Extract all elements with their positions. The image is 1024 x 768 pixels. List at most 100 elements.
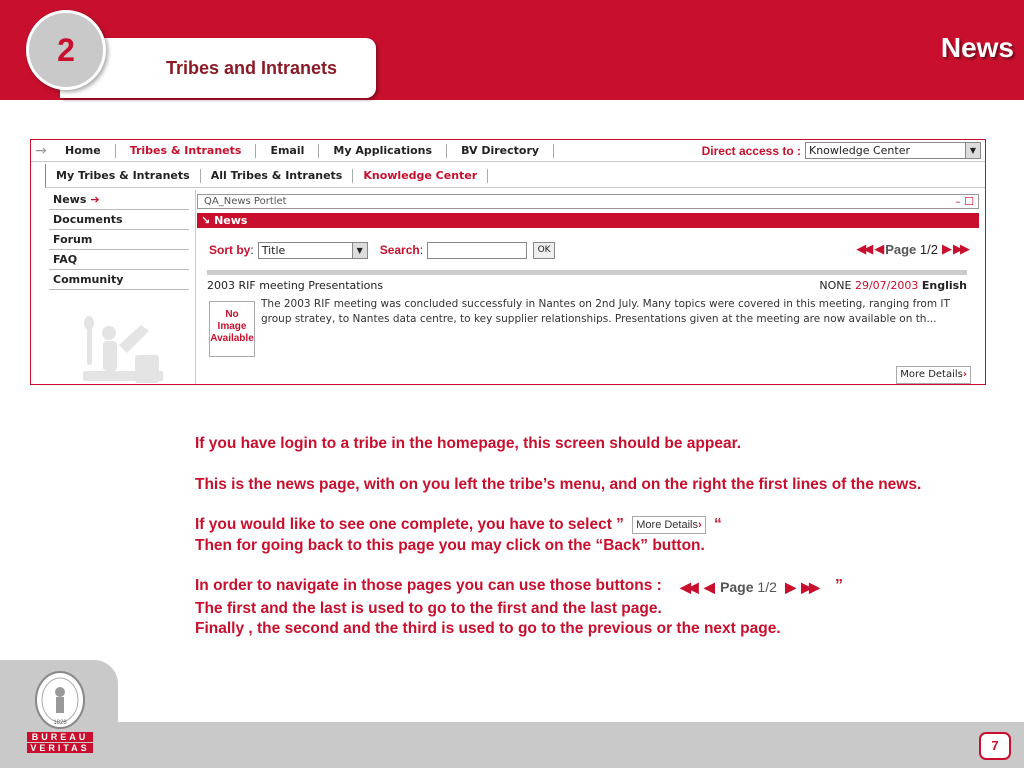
page-indicator: Page 1/2 — [885, 242, 938, 257]
explanation-p4c: The first and the last is used to go to … — [195, 599, 662, 617]
news-header-label: News — [214, 214, 248, 227]
news-item: No Image Available The 2003 RIF meeting … — [209, 297, 967, 357]
inline-more-details-button: More Details› — [632, 516, 706, 534]
news-meta-category: NONE — [819, 279, 852, 292]
explanation-p2: This is the news page, with on you left … — [195, 475, 922, 493]
previous-page-icon: ◀ — [703, 579, 715, 595]
search-input[interactable] — [427, 241, 528, 259]
more-details-label: More Details — [900, 369, 963, 380]
nav-home[interactable]: Home — [51, 143, 116, 158]
sort-label: Sort by: — [209, 243, 254, 257]
news-meta-date: 29/07/2003 — [854, 279, 919, 292]
previous-page-icon[interactable]: ◀ — [874, 242, 884, 257]
explanation-text: If you have login to a tribe in the home… — [195, 434, 925, 640]
menu-item-faq[interactable]: FAQ — [49, 250, 189, 270]
inline-page-value: 1/2 — [757, 579, 777, 595]
news-headline[interactable]: 2003 RIF meeting Presentations — [207, 279, 383, 292]
ok-button[interactable]: OK — [533, 241, 556, 259]
nav-my-applications[interactable]: My Applications — [319, 143, 448, 158]
direct-access-value: Knowledge Center — [809, 144, 910, 157]
menu-item-documents[interactable]: Documents — [49, 210, 189, 230]
menu-divider — [195, 190, 196, 384]
inline-pager: ◀◀ ◀ Page 1/2 ▶ ▶▶ — [680, 577, 820, 599]
section-number-badge: 2 — [26, 10, 106, 90]
arrow-down-right-icon: ↘ — [201, 214, 211, 227]
next-page-icon: ▶ — [785, 579, 796, 595]
section-title: Tribes and Intranets — [166, 58, 338, 78]
news-summary: The 2003 RIF meeting was concluded succe… — [261, 298, 950, 325]
explanation-p4-text: In order to navigate in those pages you … — [195, 577, 662, 594]
news-meta: NONE 29/07/2003 English — [819, 279, 967, 292]
top-navigation: → Home Tribes & Intranets Email My Appli… — [31, 140, 985, 162]
subnav-all-tribes[interactable]: All Tribes & Intranets — [201, 168, 354, 183]
divider-bar — [207, 270, 967, 275]
news-meta-language: English — [921, 279, 967, 292]
explanation-p3: If you would like to see one complete, y… — [195, 515, 925, 536]
next-page-icon[interactable]: ▶ — [942, 242, 952, 257]
sort-colon: : — [250, 243, 254, 257]
nav-email[interactable]: Email — [256, 143, 320, 158]
menu-item-news[interactable]: News ➔ — [49, 190, 189, 210]
direct-access-select[interactable]: Knowledge Center ▼ — [805, 142, 981, 159]
chevron-right-icon: › — [962, 369, 967, 380]
last-page-icon[interactable]: ▶▶ — [953, 242, 970, 257]
search-label-text: Search — [379, 243, 420, 257]
explanation-p3c: Then for going back to this page you may… — [195, 536, 705, 554]
menu-item-community[interactable]: Community — [49, 270, 189, 290]
logo-line-veritas: VERITAS — [27, 743, 93, 753]
sub-navigation: My Tribes & Intranets All Tribes & Intra… — [45, 164, 985, 188]
footer-bar — [0, 722, 1024, 768]
dropdown-arrow-icon[interactable]: ▼ — [965, 143, 980, 158]
explanation-p1: If you have login to a tribe in the home… — [195, 435, 742, 452]
menu-item-forum[interactable]: Forum — [49, 230, 189, 250]
subnav-my-tribes[interactable]: My Tribes & Intranets — [46, 168, 201, 183]
explanation-p4-close: ” — [835, 577, 843, 594]
search-colon: : — [419, 243, 424, 257]
nav-tribes-intranets[interactable]: Tribes & Intranets — [116, 143, 257, 158]
inline-more-details-label: More Details — [636, 519, 698, 531]
window-controls-icon[interactable]: – ☐ — [955, 195, 974, 208]
watermark-figure-icon — [83, 316, 163, 383]
inline-page-indicator: Page 1/2 — [720, 579, 777, 595]
tribe-menu: News ➔ Documents Forum FAQ Community — [49, 190, 189, 290]
dropdown-arrow-icon[interactable]: ▼ — [351, 242, 367, 258]
portlet-title-bar: QA_News Portlet – ☐ — [197, 194, 979, 209]
intranet-screenshot: → Home Tribes & Intranets Email My Appli… — [30, 139, 986, 385]
logo-year: 1828 — [53, 720, 67, 726]
page-value: 1/2 — [919, 242, 938, 257]
menu-item-label: News — [53, 193, 87, 206]
search-label: Search: — [380, 243, 423, 257]
bureau-veritas-logo: BUREAU VERITAS — [27, 732, 93, 754]
arrow-right-icon: ➔ — [90, 193, 100, 206]
page-title: News — [940, 32, 1014, 63]
page-label: Page — [885, 242, 917, 257]
logo-line-bureau: BUREAU — [27, 732, 93, 742]
more-details-button[interactable]: More Details› — [896, 366, 971, 384]
pager: ◀◀ ◀ Page 1/2 ▶ ▶▶ — [856, 242, 970, 257]
explanation-p3-text: If you would like to see one complete, y… — [195, 516, 624, 533]
explanation-p4d: Finally , the second and the third is us… — [195, 620, 781, 637]
no-image-placeholder: No Image Available — [209, 301, 255, 357]
arrow-icon: → — [35, 142, 47, 159]
page-number: 7 — [979, 732, 1011, 760]
news-header-bar: ↘ News — [197, 213, 979, 228]
sort-value: Title — [261, 243, 286, 257]
chevron-right-icon: › — [698, 519, 702, 531]
section-tab: Tribes and Intranets — [60, 38, 376, 98]
bureau-veritas-seal-icon: 1828 — [35, 671, 85, 729]
nav-bv-directory[interactable]: BV Directory — [447, 143, 555, 158]
first-page-icon: ◀◀ — [680, 579, 698, 595]
news-headline-row: 2003 RIF meeting Presentations NONE 29/0… — [207, 279, 967, 295]
explanation-p3-close: “ — [713, 516, 722, 533]
portlet-title: QA_News Portlet — [204, 196, 287, 207]
sort-select[interactable]: Title ▼ — [257, 241, 368, 259]
news-portlet: QA_News Portlet – ☐ ↘ News Sort by: Titl… — [197, 194, 979, 384]
first-page-icon[interactable]: ◀◀ — [856, 242, 873, 257]
last-page-icon: ▶▶ — [801, 579, 819, 595]
sort-label-text: Sort by — [209, 243, 251, 257]
explanation-p4: In order to navigate in those pages you … — [195, 576, 925, 599]
subnav-knowledge-center[interactable]: Knowledge Center — [353, 168, 489, 183]
direct-access-label: Direct access to : — [701, 143, 801, 158]
direct-access: Direct access to : Knowledge Center ▼ — [702, 142, 981, 159]
sort-search-row: Sort by: Title ▼ Search: OK ◀◀ ◀ Page 1/… — [197, 236, 979, 264]
